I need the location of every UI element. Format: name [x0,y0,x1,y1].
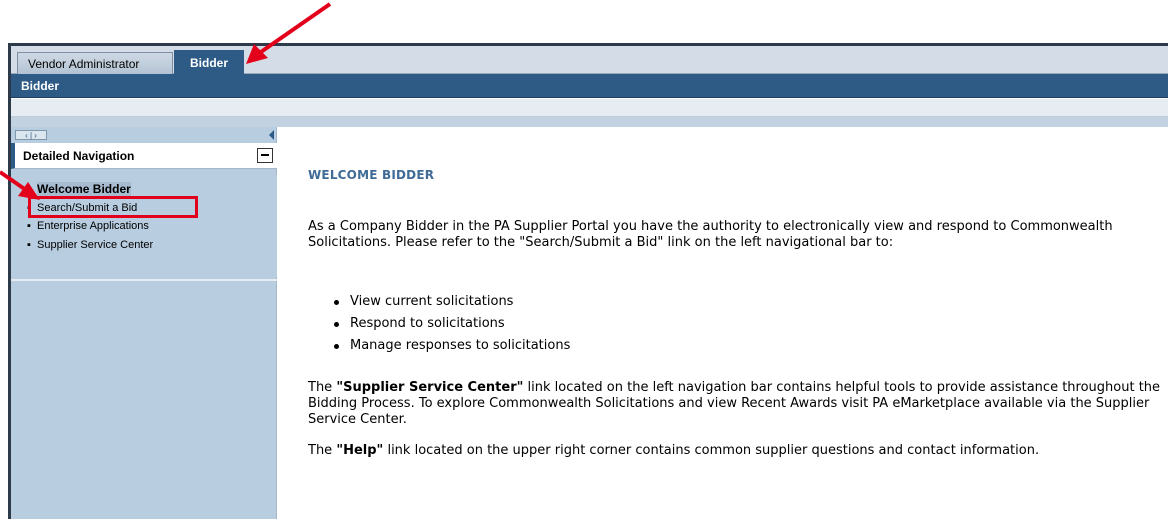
nav-item-enterprise-applications[interactable]: ▪ Enterprise Applications [27,218,149,234]
panel-resize-control[interactable]: ‹ | › [15,130,47,140]
annotation-highlight-box [28,196,198,218]
strong-text: "Supplier Service Center" [336,380,524,395]
page-title: WELCOME BIDDER [308,168,435,182]
nav-item-label: Enterprise Applications [37,220,149,232]
nav-divider [11,279,277,281]
list-item: Manage responses to solicitations [334,335,570,357]
collapse-left-icon[interactable] [269,130,274,140]
subnav-item-bidder[interactable]: Bidder [21,74,59,98]
nav-item-label: Welcome Bidder [37,182,131,196]
welcome-content: WELCOME BIDDER As a Company Bidder in th… [298,0,1168,519]
text-run: The [308,443,337,458]
list-item: Respond to solicitations [334,313,570,335]
strong-text: "Help" [336,443,384,458]
list-item: View current solicitations [334,291,570,313]
detailed-navigation-panel: ‹ | › Detailed Navigation ▪ Welcome Bidde… [11,127,277,519]
text-run: The [308,380,337,395]
bullet-list: View current solicitations Respond to so… [334,291,570,357]
nav-list: ▪Welcome Bidder ▪Search/Submit a Bid ▪En… [11,175,277,277]
annotation-arrow-icon [246,2,332,64]
help-paragraph: The "Help" link located on the upper rig… [308,443,1168,459]
nav-panel-header: Detailed Navigation [11,143,277,169]
nav-item-supplier-service-center[interactable]: ▪ Supplier Service Center [27,237,153,253]
nav-item-label: Supplier Service Center [37,239,154,251]
tab-vendor-administrator[interactable]: Vendor Administrator [17,52,173,74]
supplier-service-paragraph: The "Supplier Service Center" link locat… [308,380,1168,428]
intro-paragraph: As a Company Bidder in the PA Supplier P… [308,219,1113,250]
annotation-arrow-icon [0,170,40,200]
minimize-icon[interactable] [257,148,273,163]
bullet-icon: ▪ [27,220,31,232]
bullet-icon: ▪ [27,239,31,251]
text-run: link located on the upper right corner c… [383,443,1040,458]
